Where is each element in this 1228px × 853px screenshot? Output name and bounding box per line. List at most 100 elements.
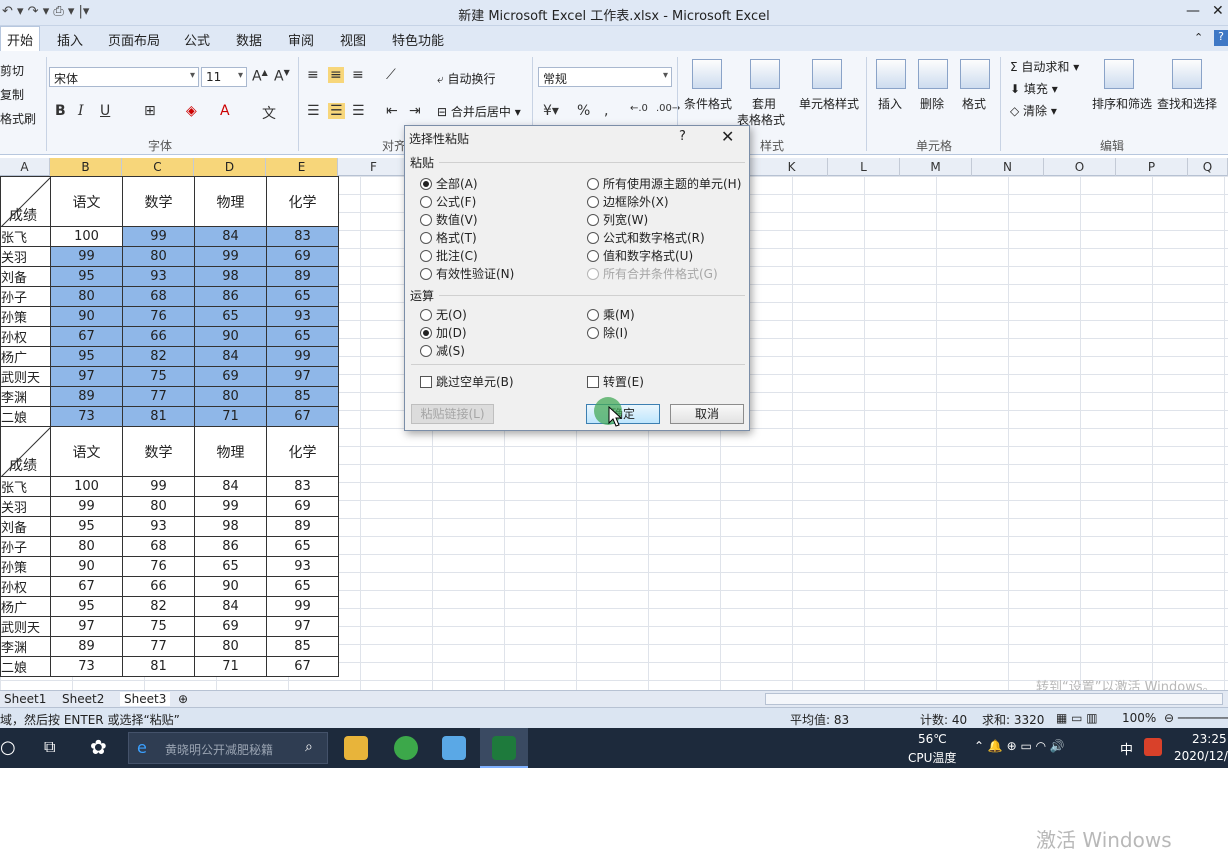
format-cells-icon[interactable] (960, 59, 990, 89)
minimize-icon[interactable]: — (1186, 3, 1200, 19)
score-cell[interactable]: 90 (194, 326, 267, 347)
conditional-format-icon[interactable] (692, 59, 722, 89)
sort-filter-icon[interactable] (1104, 59, 1134, 89)
radio-option[interactable]: 公式和数字格式(R) (587, 229, 705, 246)
format-painter-button[interactable]: 格式刷 (0, 110, 36, 127)
radio-option[interactable]: 数值(V) (420, 211, 478, 228)
student-name-cell[interactable]: 张飞 (0, 476, 51, 497)
score-cell[interactable]: 80 (50, 536, 123, 557)
score-cell[interactable]: 90 (194, 576, 267, 597)
table-format-line1[interactable]: 套用 (752, 95, 776, 112)
score-cell[interactable]: 86 (194, 536, 267, 557)
underline-icon[interactable]: U (100, 103, 110, 119)
tab-view[interactable]: 视图 (340, 30, 366, 49)
score-cell[interactable]: 86 (194, 286, 267, 307)
column-header[interactable]: C (122, 158, 194, 176)
tab-page-layout[interactable]: 页面布局 (108, 30, 160, 49)
score-cell[interactable]: 83 (266, 476, 339, 497)
radio-option[interactable]: 减(S) (420, 342, 465, 359)
score-cell[interactable]: 99 (50, 496, 123, 517)
column-header[interactable]: A (0, 158, 50, 176)
indent-icon[interactable]: ⇤ (386, 103, 398, 119)
subject-header[interactable]: 物理 (194, 426, 267, 477)
student-name-cell[interactable]: 李渊 (0, 386, 51, 407)
collapse-ribbon-icon[interactable]: ⌃ (1194, 31, 1203, 44)
score-table-top[interactable]: 成绩 语文 数学 物理 化学 张飞 100 99 84 83 关羽 99 80 99 69 刘备 95 93 98 8… (0, 176, 339, 427)
radio-option[interactable]: 值和数字格式(U) (587, 247, 693, 264)
score-cell[interactable]: 90 (50, 556, 123, 577)
grow-font-icon[interactable]: A▲ (252, 68, 268, 85)
radio-option[interactable]: 公式(F) (420, 193, 476, 210)
font-size-select[interactable]: 11 (201, 67, 247, 87)
score-cell[interactable]: 80 (122, 496, 195, 517)
score-cell[interactable]: 73 (50, 656, 123, 677)
score-cell[interactable]: 77 (122, 636, 195, 657)
font-color-icon[interactable]: A (220, 103, 230, 119)
student-name-cell[interactable]: 孙权 (0, 326, 51, 347)
outdent-icon[interactable]: ⇥ (409, 103, 421, 119)
font-name-select[interactable]: 宋体 (49, 67, 199, 87)
tab-home[interactable]: 开始 (0, 26, 41, 52)
fill-color-icon[interactable]: ◈ (186, 103, 197, 119)
score-cell[interactable]: 69 (194, 616, 267, 637)
skip-blanks-checkbox[interactable]: 跳过空单元(B) (420, 373, 514, 390)
cell-styles-button[interactable]: 单元格样式 (799, 95, 859, 112)
delete-cells-icon[interactable] (918, 59, 948, 89)
radio-option[interactable]: 无(O) (420, 306, 467, 323)
score-cell[interactable]: 89 (266, 516, 339, 537)
score-cell[interactable]: 80 (194, 386, 267, 407)
student-name-cell[interactable]: 二娘 (0, 656, 51, 677)
sort-filter-button[interactable]: 排序和筛选 (1092, 95, 1152, 112)
score-cell[interactable]: 68 (122, 286, 195, 307)
tab-review[interactable]: 审阅 (288, 30, 314, 49)
score-cell[interactable]: 65 (194, 306, 267, 327)
score-cell[interactable]: 73 (50, 406, 123, 427)
student-name-cell[interactable]: 二娘 (0, 406, 51, 427)
score-cell[interactable]: 75 (122, 366, 195, 387)
score-cell[interactable]: 82 (122, 596, 195, 617)
student-name-cell[interactable]: 孙策 (0, 556, 51, 577)
score-cell[interactable]: 95 (50, 596, 123, 617)
radio-option[interactable]: 全部(A) (420, 175, 478, 192)
subject-header[interactable]: 物理 (194, 176, 267, 227)
help-icon[interactable]: ? (1214, 30, 1228, 46)
browser-icon[interactable] (394, 736, 418, 760)
align-bottom-icon[interactable]: ≡ (352, 67, 364, 83)
tab-special[interactable]: 特色功能 (392, 30, 444, 49)
student-name-cell[interactable]: 武则天 (0, 616, 51, 637)
tab-insert[interactable]: 插入 (57, 30, 83, 49)
radio-option[interactable]: 列宽(W) (587, 211, 648, 228)
score-cell[interactable]: 81 (122, 406, 195, 427)
student-name-cell[interactable]: 孙策 (0, 306, 51, 327)
score-cell[interactable]: 81 (122, 656, 195, 677)
score-cell[interactable]: 67 (50, 326, 123, 347)
copy-button[interactable]: 复制 (0, 86, 24, 103)
subject-header[interactable]: 数学 (122, 426, 195, 477)
score-cell[interactable]: 67 (50, 576, 123, 597)
score-cell[interactable]: 83 (266, 226, 339, 247)
wrap-text-button[interactable]: ⤶ 自动换行 (437, 70, 496, 87)
score-cell[interactable]: 69 (266, 246, 339, 267)
merge-center-button[interactable]: ⊟ 合并后居中 ▾ (437, 103, 521, 120)
score-cell[interactable]: 65 (266, 326, 339, 347)
fill-button[interactable]: ⬇ 填充 ▾ (1010, 80, 1058, 97)
column-header[interactable]: Q (1188, 158, 1228, 176)
score-cell[interactable]: 67 (266, 656, 339, 677)
score-cell[interactable]: 95 (50, 516, 123, 537)
score-cell[interactable]: 84 (194, 596, 267, 617)
score-cell[interactable]: 66 (122, 576, 195, 597)
subject-header[interactable]: 化学 (266, 426, 339, 477)
new-sheet-icon[interactable]: ⊕ (178, 692, 188, 706)
clear-button[interactable]: ◇ 清除 ▾ (1010, 102, 1057, 119)
cancel-button[interactable]: 取消 (670, 404, 744, 424)
shrink-font-icon[interactable]: A▼ (274, 68, 290, 85)
score-cell[interactable]: 99 (266, 346, 339, 367)
currency-icon[interactable]: ¥▾ (543, 103, 559, 119)
student-name-cell[interactable]: 武则天 (0, 366, 51, 387)
comma-icon[interactable]: , (604, 103, 608, 119)
score-cell[interactable]: 66 (122, 326, 195, 347)
column-header[interactable]: L (828, 158, 900, 176)
score-cell[interactable]: 99 (50, 246, 123, 267)
score-cell[interactable]: 77 (122, 386, 195, 407)
sheet-tab[interactable]: Sheet1 (4, 692, 46, 706)
